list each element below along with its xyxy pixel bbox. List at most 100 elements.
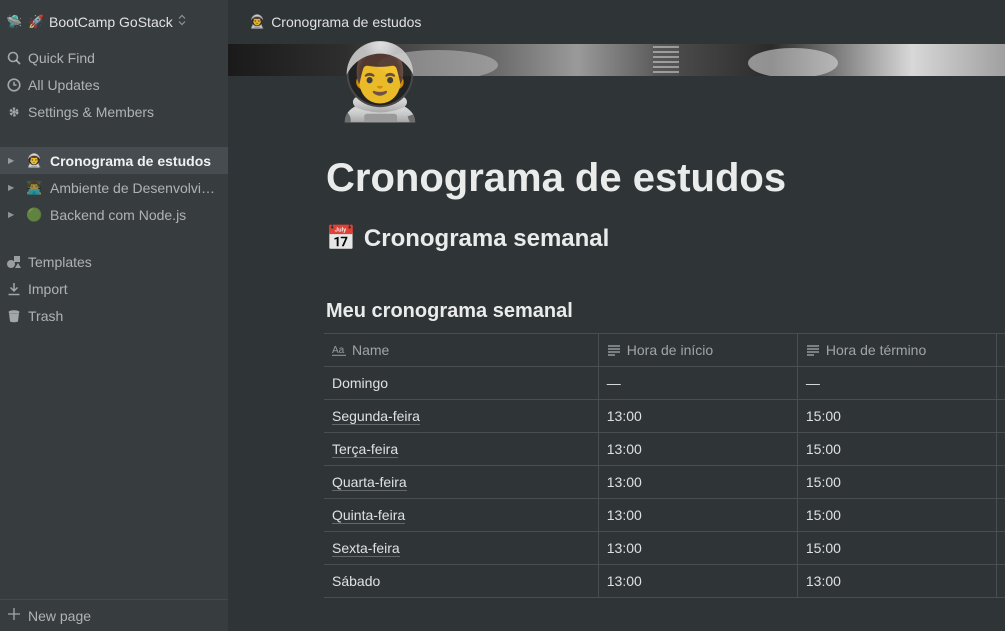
column-header-start[interactable]: Hora de início: [599, 334, 798, 366]
sidebar-page-label: Ambiente de Desenvolvimento: [50, 179, 215, 196]
table-cell-end[interactable]: 15:00: [798, 433, 997, 465]
text-lines-icon: [806, 343, 822, 357]
sidebar-page-backend[interactable]: ▶ 🟢 Backend com Node.js: [0, 201, 228, 228]
topbar: 👨‍🚀 Cronograma de estudos: [228, 0, 1005, 44]
table-cell-start[interactable]: 13:00: [599, 466, 798, 498]
calendar-icon: 📅: [326, 225, 356, 252]
table-cell-name[interactable]: Segunda-feira: [324, 400, 599, 432]
new-page-button[interactable]: New page: [0, 599, 228, 631]
sidebar-page-cronograma[interactable]: ▶ 👨‍🚀 Cronograma de estudos: [0, 147, 228, 174]
chevron-updown-icon: [178, 14, 186, 29]
workspace-switcher[interactable]: 🛸 🚀 BootCamp GoStack: [0, 8, 228, 35]
sidebar-page-label: Cronograma de estudos: [50, 152, 212, 169]
row-name: Terça-feira: [332, 440, 399, 458]
workspace-icon: 🛸: [6, 13, 23, 29]
breadcrumb[interactable]: Cronograma de estudos: [271, 14, 421, 30]
column-header-name[interactable]: Aa Name: [324, 334, 599, 366]
download-icon: [6, 281, 22, 297]
nodejs-icon: 🟢: [26, 206, 43, 222]
triangle-right-icon[interactable]: ▶: [8, 156, 18, 165]
column-header-label: Hora de término: [825, 342, 927, 358]
table-cell: [997, 466, 1005, 498]
technologist-icon: 👨‍💻: [26, 179, 43, 195]
rocket-icon: 🚀: [28, 13, 45, 29]
text-lines-icon: [607, 343, 623, 357]
sidebar-item-settings[interactable]: Settings & Members: [0, 98, 228, 125]
table-cell-start[interactable]: 13:00: [599, 433, 798, 465]
svg-text:Aa: Aa: [332, 345, 345, 356]
table-cell-end[interactable]: 15:00: [798, 466, 997, 498]
workspace-name: BootCamp GoStack: [49, 13, 173, 30]
table-row[interactable]: Quinta-feira 13:00 15:00: [324, 499, 1005, 532]
column-header-label: Name: [352, 342, 390, 358]
table-cell: [997, 499, 1005, 531]
sidebar: 🛸 🚀 BootCamp GoStack Quick Find All Upda…: [0, 0, 228, 631]
table-cell: [997, 334, 1005, 366]
table-cell-start[interactable]: —: [599, 367, 798, 399]
new-page-label: New page: [28, 607, 92, 624]
page-icon[interactable]: 👨‍🚀: [334, 42, 426, 122]
table-cell-start[interactable]: 13:00: [599, 400, 798, 432]
sidebar-item-label: Trash: [28, 307, 64, 324]
sidebar-item-all-updates[interactable]: All Updates: [0, 71, 228, 98]
astronaut-icon: 👨‍🚀: [249, 14, 266, 29]
column-header-label: Hora de início: [626, 342, 714, 358]
table-cell-start[interactable]: 13:00: [599, 499, 798, 531]
sidebar-page-ambiente[interactable]: ▶ 👨‍💻 Ambiente de Desenvolvimento: [0, 174, 228, 201]
sidebar-item-templates[interactable]: Templates: [0, 248, 228, 275]
row-name: Sexta-feira: [332, 539, 400, 557]
table-row[interactable]: Segunda-feira 13:00 15:00: [324, 400, 1005, 433]
table-header: Aa Name Hora de início Hora de término: [324, 334, 1005, 367]
column-header-end[interactable]: Hora de término: [798, 334, 997, 366]
sidebar-page-label: Backend com Node.js: [50, 206, 187, 223]
table-cell-name[interactable]: Sexta-feira: [324, 532, 599, 564]
table-cell-name[interactable]: Sábado: [324, 565, 599, 597]
astronaut-icon: 👨‍🚀: [26, 152, 43, 168]
sidebar-item-quick-find[interactable]: Quick Find: [0, 44, 228, 71]
gear-icon: [6, 104, 22, 120]
text-title-icon: Aa: [332, 343, 348, 357]
table-cell-name[interactable]: Quinta-feira: [324, 499, 599, 531]
heading-1[interactable]: 📅 Cronograma semanal: [326, 224, 609, 253]
table-cell: [997, 532, 1005, 564]
page-title[interactable]: Cronograma de estudos: [326, 156, 786, 201]
triangle-right-icon[interactable]: ▶: [8, 183, 18, 192]
table-cell: [997, 433, 1005, 465]
table-cell-end[interactable]: 15:00: [798, 400, 997, 432]
table-cell-end[interactable]: —: [798, 367, 997, 399]
sidebar-item-trash[interactable]: Trash: [0, 302, 228, 329]
table-cell: [997, 367, 1005, 399]
cover-smoke: [748, 48, 838, 76]
trash-icon: [6, 308, 22, 324]
row-name: Domingo: [332, 375, 389, 391]
row-name: Sábado: [332, 573, 381, 589]
table-cell-end[interactable]: 15:00: [798, 499, 997, 531]
clock-icon: [6, 77, 22, 93]
table-cell-start[interactable]: 13:00: [599, 565, 798, 597]
table-cell-name[interactable]: Quarta-feira: [324, 466, 599, 498]
plus-icon: [6, 605, 22, 626]
table-cell: [997, 400, 1005, 432]
search-icon: [6, 50, 22, 66]
table-cell-name[interactable]: Terça-feira: [324, 433, 599, 465]
table-row[interactable]: Sexta-feira 13:00 15:00: [324, 532, 1005, 565]
sidebar-item-label: All Updates: [28, 76, 100, 93]
row-name: Segunda-feira: [332, 407, 420, 425]
sidebar-item-label: Quick Find: [28, 49, 95, 66]
database-title[interactable]: Meu cronograma semanal: [326, 300, 573, 323]
sidebar-item-label: Import: [28, 280, 68, 297]
cover-launch-tower: [653, 44, 679, 76]
database-table: Aa Name Hora de início Hora de término D…: [324, 333, 1005, 598]
table-cell-end[interactable]: 13:00: [798, 565, 997, 597]
table-cell-end[interactable]: 15:00: [798, 532, 997, 564]
table-row[interactable]: Sábado 13:00 13:00: [324, 565, 1005, 598]
sidebar-item-import[interactable]: Import: [0, 275, 228, 302]
table-row[interactable]: Terça-feira 13:00 15:00: [324, 433, 1005, 466]
table-cell-name[interactable]: Domingo: [324, 367, 599, 399]
triangle-right-icon[interactable]: ▶: [8, 210, 18, 219]
table-row[interactable]: Domingo — —: [324, 367, 1005, 400]
table-cell-start[interactable]: 13:00: [599, 532, 798, 564]
heading-1-text: Cronograma semanal: [363, 224, 610, 252]
table-row[interactable]: Quarta-feira 13:00 15:00: [324, 466, 1005, 499]
table-cell: [997, 565, 1005, 597]
